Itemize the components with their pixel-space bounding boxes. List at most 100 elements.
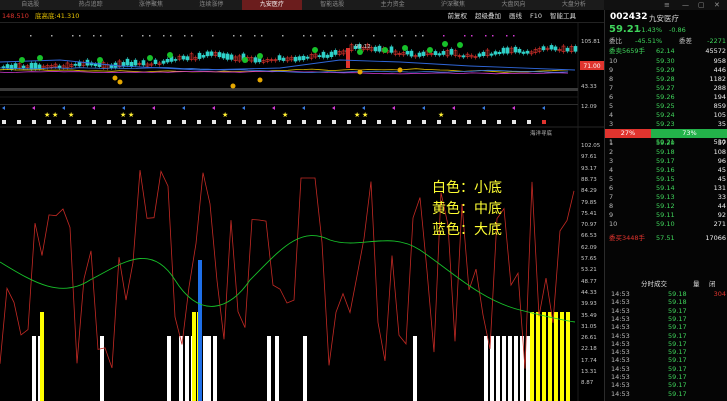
dot-marker [121, 35, 123, 37]
chart-area[interactable]: ★ ★ ★ ★ ★ ★ ★ ★ ★ ★ 71.00 99.12 [0, 0, 604, 401]
bottom-bar [508, 336, 512, 401]
star-icon: ★ [44, 111, 50, 119]
sell-total-row: 委卖5659手 62.14 45572 [609, 47, 726, 55]
buy-signal-icon [457, 42, 463, 48]
candle-body [141, 60, 146, 66]
star-icon: ★ [128, 111, 134, 119]
dot-marker [72, 35, 74, 37]
candle-body [553, 46, 558, 51]
dot-marker [100, 35, 102, 37]
candle-body [201, 55, 206, 58]
buy-signal-icon [167, 52, 173, 58]
tick-vol-button[interactable]: 量 [693, 279, 700, 289]
bottom-bar [484, 336, 488, 401]
triangle-marker [302, 106, 305, 110]
bottom-bar [32, 336, 36, 401]
candle-body [253, 57, 258, 63]
bottom-bar [536, 312, 540, 401]
indicator-title: 海洋寻底 [530, 131, 553, 137]
bids-row: 2 59.18 108 [609, 148, 726, 156]
square-marker [137, 120, 141, 124]
dot-marker [352, 35, 354, 37]
dot-marker [233, 35, 235, 37]
triangle-marker [242, 106, 245, 110]
signal-markers: ★ ★ ★ ★ ★ ★ ★ ★ ★ ★ [2, 35, 546, 124]
axis-label-lower-7: 70.97 [581, 222, 597, 229]
candle-body [541, 46, 546, 51]
candle-body [229, 54, 234, 60]
dot-marker [240, 35, 242, 37]
candle-body [505, 47, 510, 54]
dot-marker [513, 35, 515, 37]
candle-body [5, 64, 10, 69]
bids-row: 5 59.15 45 [609, 175, 726, 183]
square-marker [482, 120, 486, 124]
square-marker [257, 120, 261, 124]
axis-label-lower-1: 97.61 [581, 154, 597, 161]
star-icon: ★ [52, 111, 58, 119]
tick-close-button[interactable]: 闭 [709, 279, 716, 289]
candle-body [197, 52, 202, 59]
axis-label-lower-8: 66.53 [581, 233, 597, 240]
bottom-bar [496, 336, 500, 401]
menu-icon[interactable]: ≡ [664, 0, 670, 10]
square-marker [107, 120, 111, 124]
bottom-bar [267, 336, 271, 401]
square-marker [167, 120, 171, 124]
candle-body [433, 51, 438, 56]
axis-label-lower-4: 84.29 [581, 188, 597, 195]
triangle-marker [392, 106, 395, 110]
candle-body [29, 62, 34, 70]
axis-label-lower-16: 31.05 [581, 323, 597, 330]
candle-body [565, 47, 570, 52]
asks-row: 3 59.23 35 [609, 120, 726, 128]
candle-body [549, 45, 554, 50]
axis-label-main-4: 12.09 [581, 104, 597, 110]
close-icon[interactable]: ✕ [714, 0, 720, 10]
axis-label-main-3: 43.33 [581, 84, 597, 90]
square-marker [272, 120, 276, 124]
tick-header: 分时成交 量 闭 [605, 279, 727, 289]
axis-label-lower-9: 62.09 [581, 244, 597, 251]
buy-total-row: 委买3448手 57.51 17066 [609, 234, 726, 242]
axis-label-lower-0: 102.05 [581, 143, 601, 149]
bids-row: 6 59.14 131 [609, 184, 726, 192]
square-marker [212, 120, 216, 124]
axis-label-lower-17: 26.61 [581, 335, 597, 342]
committee-row: 委比 -45.51% 委差 -2271 [609, 37, 726, 45]
bottom-bar [198, 260, 202, 401]
star-icon: ★ [362, 111, 368, 119]
maximize-icon[interactable]: ▢ [698, 0, 705, 10]
bids-row: 8 59.12 44 [609, 202, 726, 210]
candle-body [257, 58, 262, 63]
square-marker [422, 120, 426, 124]
candle-body [517, 48, 522, 53]
dot-marker [331, 35, 333, 37]
dot-marker [373, 35, 375, 37]
candle-body [525, 50, 530, 54]
square-marker [62, 120, 66, 124]
dot-marker [492, 35, 494, 37]
candle-body [497, 51, 502, 55]
dot-marker [310, 35, 312, 37]
bids-row: 7 59.13 33 [609, 193, 726, 201]
peak-label: 99.12 [355, 44, 371, 50]
bottom-bar [40, 312, 44, 401]
axis-label-lower-15: 35.49 [581, 312, 597, 319]
tick-row: 14:53 59.17 [611, 389, 687, 398]
candle-body [21, 65, 26, 69]
square-marker [227, 120, 231, 124]
candle-body [13, 63, 18, 69]
square-marker [182, 120, 186, 124]
bottom-bar [514, 336, 518, 401]
price-flag-text: 71.00 [583, 63, 600, 70]
stock-code: 002432 [610, 12, 648, 22]
candle-body [209, 51, 214, 56]
quote-panel: 002432 九安医疗 59.21 -1.43% -0.86 委比 -45.51… [604, 10, 727, 401]
candle-body [417, 52, 422, 57]
axis-label-main-1: 105.81 [581, 39, 601, 45]
sell-signal-icon [230, 83, 236, 89]
axis-label-lower-13: 44.33 [581, 289, 597, 296]
minimize-icon[interactable]: — [682, 0, 689, 10]
square-marker [392, 120, 396, 124]
